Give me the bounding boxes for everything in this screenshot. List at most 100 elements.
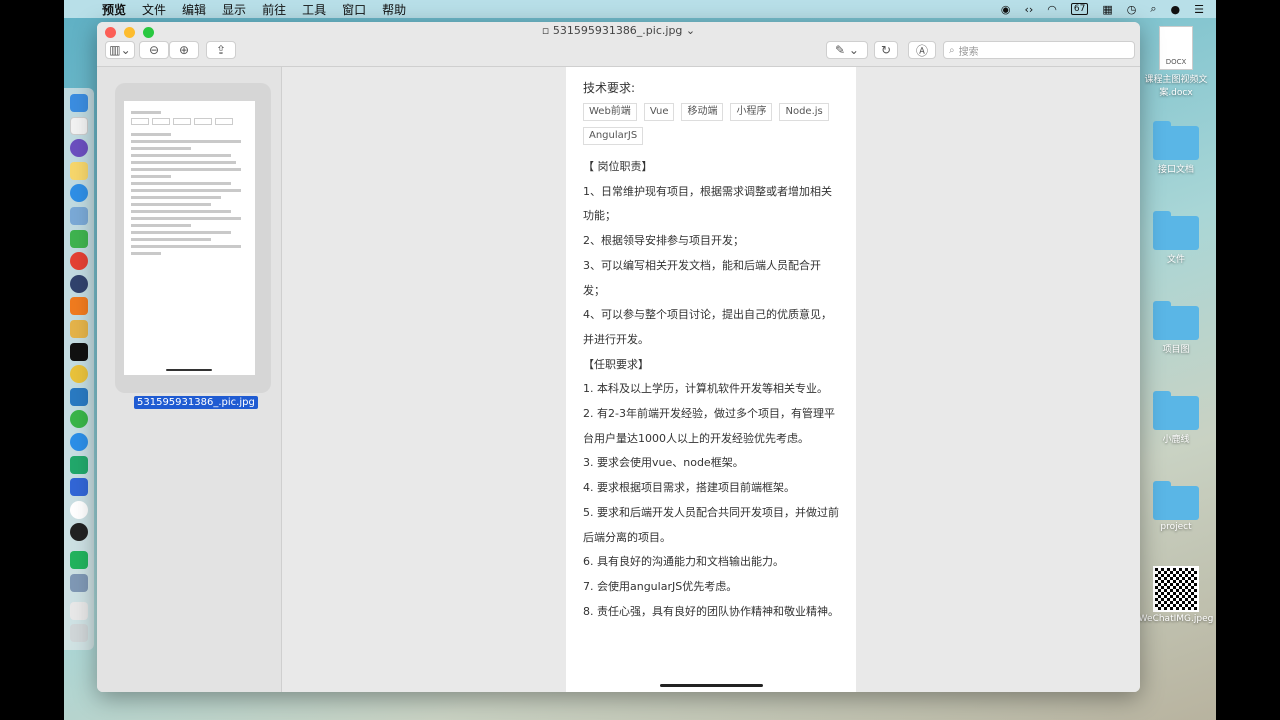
thumb-line: [131, 140, 241, 143]
paint-icon[interactable]: [70, 319, 88, 338]
window-title[interactable]: 531595931386_.pic.jpg: [553, 24, 683, 37]
menu-tools[interactable]: 工具: [294, 1, 334, 18]
screenshot-icon[interactable]: [70, 573, 88, 592]
thumb-line: [131, 154, 231, 157]
desktop-folder[interactable]: 小鹿线: [1136, 391, 1216, 445]
zoom-out-button[interactable]: ⊖: [139, 41, 169, 59]
downloads-icon[interactable]: [70, 601, 88, 620]
thumbnail-selection[interactable]: [115, 83, 271, 393]
qr-code-thumbnail: [1153, 566, 1199, 612]
desktop-folder[interactable]: project: [1136, 481, 1216, 532]
body-paragraph: 3. 要求会使用vue、node框架。: [583, 456, 744, 470]
desktop-folder[interactable]: 项目图: [1136, 301, 1216, 355]
menu-app-name[interactable]: 预览: [94, 1, 134, 18]
dock: [64, 88, 94, 650]
input-method-icon[interactable]: ▦: [1102, 3, 1112, 16]
thumb-line: [131, 231, 231, 234]
folder-icon: [1153, 121, 1199, 160]
sidebar-toggle-button[interactable]: ▥⌄: [105, 41, 135, 59]
body-paragraph: 1、日常维护现有项目，根据需求调整或者增加相关功能；: [583, 184, 832, 223]
desktop-item-label: WeChatIMG.jpeg: [1138, 614, 1214, 624]
tag-chip: Vue: [643, 103, 675, 121]
notes-icon[interactable]: [70, 161, 88, 180]
wechat-icon[interactable]: [70, 410, 88, 429]
window-toolbar: ▫ 531595931386_.pic.jpg ⌄ ▥⌄ ⊖ ⊕ ⇪ ✎ ⌄ ↻…: [97, 22, 1140, 67]
safari-icon[interactable]: [70, 184, 88, 203]
zoom-in-button[interactable]: ⊕: [169, 41, 199, 59]
app-icon-yellow[interactable]: [70, 365, 88, 384]
trash-icon[interactable]: [70, 624, 88, 643]
page-heading: 技术要求:: [583, 81, 636, 95]
thumbnail-label[interactable]: 531595931386_.pic.jpg: [134, 396, 258, 409]
desktop-docx-file[interactable]: DOCX 课程主图视频文案.docx: [1136, 26, 1216, 98]
status-menus: ◉ ‹› ◠ 67 ▦ ◷ ⌕ ● ☰: [1001, 2, 1216, 16]
wps-icon[interactable]: [70, 478, 88, 497]
quicktime-icon[interactable]: [70, 274, 88, 293]
menu-go[interactable]: 前往: [254, 1, 294, 18]
thumb-line: [131, 168, 241, 171]
record-icon[interactable]: ◉: [1001, 3, 1011, 16]
thumb-line: [131, 252, 161, 255]
code-icon[interactable]: ‹›: [1024, 3, 1033, 16]
app-icon-blue[interactable]: [70, 432, 88, 451]
rotate-button[interactable]: ↻: [874, 41, 898, 59]
thumb-line: [131, 111, 161, 114]
clock-icon[interactable]: ◷: [1127, 3, 1137, 16]
numbers-icon[interactable]: [70, 229, 88, 248]
launchpad-icon[interactable]: [70, 139, 88, 158]
vscode-icon[interactable]: [70, 387, 88, 406]
hbuilder-icon[interactable]: [70, 455, 88, 474]
menu-file[interactable]: 文件: [134, 1, 174, 18]
thumb-line: [131, 133, 171, 136]
menu-window[interactable]: 窗口: [334, 1, 374, 18]
wifi-icon[interactable]: ◠: [1047, 3, 1057, 16]
app-icon-white[interactable]: [70, 500, 88, 519]
terminal-icon[interactable]: [70, 342, 88, 361]
siri-icon[interactable]: ●: [1171, 3, 1181, 16]
desktop-folder[interactable]: 接口文档: [1136, 121, 1216, 175]
tag-chip: Web前端: [583, 103, 637, 121]
section-heading: 【任职要求】: [583, 357, 649, 371]
rotate-icon: ↻: [880, 43, 892, 57]
body-paragraph: 2、根据领导安排参与项目开发；: [583, 234, 744, 248]
search-field[interactable]: ⌕ 搜索: [943, 41, 1135, 59]
thumb-line: [131, 189, 241, 192]
thumb-line: [131, 196, 221, 199]
document-page: 技术要求: Web前端 Vue 移动端 小程序 Node.js AngularJ…: [566, 67, 856, 692]
annotate-button[interactable]: Ⓐ: [908, 41, 936, 59]
page-thumbnail[interactable]: [124, 101, 255, 375]
preview-icon[interactable]: [70, 206, 88, 225]
calendar-icon[interactable]: [70, 116, 88, 135]
desktop-item-label: 文件: [1166, 255, 1185, 265]
thumb-line: [131, 203, 211, 206]
body-paragraph: 4. 要求根据项目需求，搭建项目前端框架。: [583, 481, 795, 495]
menu-edit[interactable]: 编辑: [174, 1, 214, 18]
preview-window: ▫ 531595931386_.pic.jpg ⌄ ▥⌄ ⊖ ⊕ ⇪ ✎ ⌄ ↻…: [97, 22, 1140, 692]
menu-view[interactable]: 显示: [214, 1, 254, 18]
menu-help[interactable]: 帮助: [374, 1, 414, 18]
markup-pen-button[interactable]: ✎ ⌄: [826, 41, 868, 59]
thumb-tags: [131, 118, 255, 125]
desktop-folder[interactable]: 文件: [1136, 211, 1216, 265]
chrome-icon[interactable]: [70, 252, 88, 271]
qq-icon[interactable]: [70, 523, 88, 542]
chevron-down-icon[interactable]: ⌄: [686, 24, 695, 37]
desktop-image-file[interactable]: WeChatIMG.jpeg: [1136, 566, 1216, 624]
webstorm-icon[interactable]: [70, 551, 88, 570]
finder-icon[interactable]: [70, 94, 88, 112]
spotlight-icon[interactable]: ⌕: [1150, 2, 1156, 16]
sublime-icon[interactable]: [70, 297, 88, 316]
thumb-line: [131, 238, 211, 241]
search-placeholder: 搜索: [958, 46, 979, 58]
search-icon: ⌕: [949, 44, 955, 56]
desktop-item-label: 项目图: [1162, 345, 1190, 355]
sidebar-toggle-icon: ▥⌄: [109, 43, 131, 57]
folder-icon: [1153, 391, 1199, 430]
body-paragraph: 6. 具有良好的沟通能力和文档输出能力。: [583, 555, 784, 569]
share-button[interactable]: ⇪: [206, 41, 236, 59]
battery-indicator[interactable]: 67: [1070, 3, 1089, 15]
document-viewer[interactable]: 技术要求: Web前端 Vue 移动端 小程序 Node.js AngularJ…: [282, 67, 1140, 692]
thumb-line: [131, 161, 236, 164]
notification-center-icon[interactable]: ☰: [1194, 3, 1204, 16]
body-paragraph: 4、可以参与整个项目讨论，提出自己的优质意见，并进行开发。: [583, 308, 832, 346]
